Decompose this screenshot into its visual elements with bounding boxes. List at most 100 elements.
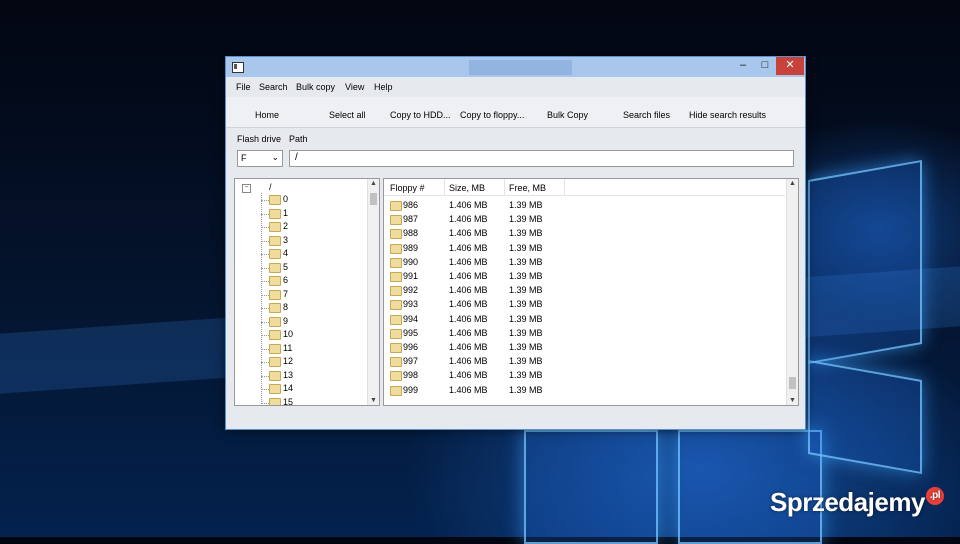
tree-connector bbox=[261, 193, 262, 405]
folder-icon bbox=[390, 229, 402, 240]
column-header-free[interactable]: Free, MB bbox=[509, 183, 546, 193]
tree-connector bbox=[261, 240, 269, 242]
table-row[interactable]: 996 1.406 MB 1.39 MB bbox=[384, 340, 785, 354]
home-button[interactable]: Home bbox=[255, 110, 279, 120]
search-files-button[interactable]: Search files bbox=[623, 110, 670, 120]
tree-scrollbar-thumb[interactable] bbox=[370, 193, 377, 205]
menu-help[interactable]: Help bbox=[374, 82, 393, 92]
folder-icon bbox=[269, 330, 281, 340]
menu-search[interactable]: Search bbox=[259, 82, 288, 92]
collapse-icon[interactable]: − bbox=[242, 184, 251, 193]
flash-drive-select[interactable]: F ⌄ bbox=[237, 150, 283, 167]
bulk-copy-button[interactable]: Bulk Copy bbox=[547, 110, 588, 120]
minimize-button[interactable]: – bbox=[732, 57, 754, 75]
path-input[interactable]: / bbox=[289, 150, 794, 167]
scroll-down-icon[interactable]: ▼ bbox=[370, 397, 377, 404]
tree-item-label: 4 bbox=[283, 248, 289, 258]
floppy-free: 1.39 MB bbox=[509, 356, 543, 367]
floppy-number: 986 bbox=[403, 200, 419, 210]
floppy-size: 1.406 MB bbox=[449, 356, 488, 367]
tree-item-label: 10 bbox=[283, 329, 294, 339]
table-row[interactable]: 994 1.406 MB 1.39 MB bbox=[384, 312, 785, 326]
table-row[interactable]: 987 1.406 MB 1.39 MB bbox=[384, 212, 785, 226]
copy-to-hdd-button[interactable]: Copy to HDD... bbox=[390, 110, 451, 120]
floppy-free: 1.39 MB bbox=[509, 200, 543, 210]
tree-item-label: 1 bbox=[283, 207, 289, 218]
column-header-floppy[interactable]: Floppy # bbox=[390, 183, 425, 193]
floppy-free: 1.39 MB bbox=[509, 214, 543, 225]
floppy-number: 997 bbox=[403, 356, 419, 367]
title-bar[interactable]: – □ ✕ bbox=[226, 57, 805, 77]
folder-icon bbox=[390, 215, 402, 226]
floppy-free: 1.39 MB bbox=[509, 299, 543, 310]
folder-icon bbox=[269, 249, 281, 259]
floppy-size: 1.406 MB bbox=[449, 200, 488, 210]
tree-item-label: 9 bbox=[283, 315, 289, 326]
table-row[interactable]: 995 1.406 MB 1.39 MB bbox=[384, 326, 785, 340]
menu-view[interactable]: View bbox=[345, 82, 364, 92]
tree-connector bbox=[261, 348, 269, 350]
path-value: / bbox=[295, 152, 298, 163]
menu-bulk-copy[interactable]: Bulk copy bbox=[296, 82, 335, 92]
tree-connector bbox=[261, 402, 269, 404]
floppy-size: 1.406 MB bbox=[449, 228, 488, 239]
watermark-badge: .pl bbox=[925, 487, 944, 505]
table-row[interactable]: 997 1.406 MB 1.39 MB bbox=[384, 354, 785, 368]
tree-connector bbox=[261, 281, 269, 282]
floppy-list[interactable]: Floppy # Size, MB Free, MB 986 1.406 MB 1.… bbox=[383, 178, 799, 406]
folder-icon bbox=[269, 235, 281, 246]
window-title-redacted bbox=[469, 60, 572, 75]
table-row[interactable]: 989 1.406 MB 1.39 MB bbox=[384, 241, 785, 255]
chevron-down-icon[interactable]: ⌄ bbox=[271, 152, 279, 163]
floppy-size: 1.406 MB bbox=[449, 256, 488, 267]
tree-connector bbox=[261, 254, 269, 255]
table-row[interactable]: 990 1.406 MB 1.39 MB bbox=[384, 255, 785, 269]
tree-connector bbox=[261, 321, 269, 323]
tree-connector bbox=[261, 294, 269, 296]
tree-scrollbar[interactable]: ▲ ▼ bbox=[367, 179, 379, 405]
folder-icon bbox=[390, 343, 402, 353]
column-header-size[interactable]: Size, MB bbox=[449, 183, 485, 193]
list-scrollbar-thumb[interactable] bbox=[789, 377, 796, 389]
folder-icon bbox=[269, 343, 281, 354]
select-all-button[interactable]: Select all bbox=[329, 110, 366, 120]
folder-icon bbox=[390, 272, 402, 282]
table-row[interactable]: 999 1.406 MB 1.39 MB bbox=[384, 383, 785, 397]
copy-to-floppy-button[interactable]: Copy to floppy... bbox=[460, 110, 524, 120]
table-row[interactable]: 993 1.406 MB 1.39 MB bbox=[384, 297, 785, 311]
scroll-up-icon[interactable]: ▲ bbox=[789, 180, 796, 187]
floppy-free: 1.39 MB bbox=[509, 313, 543, 324]
maximize-button[interactable]: □ bbox=[754, 57, 776, 75]
floppy-number: 987 bbox=[403, 214, 419, 225]
menu-bar: File Search Bulk copy View Help bbox=[226, 79, 805, 95]
tree-connector bbox=[261, 267, 269, 269]
folder-icon bbox=[269, 208, 281, 219]
table-row[interactable]: 986 1.406 MB 1.39 MB bbox=[384, 198, 785, 212]
close-button[interactable]: ✕ bbox=[776, 57, 804, 75]
folder-icon bbox=[269, 262, 281, 273]
folder-icon bbox=[390, 300, 402, 311]
table-row[interactable]: 992 1.406 MB 1.39 MB bbox=[384, 283, 785, 297]
floppy-free: 1.39 MB bbox=[509, 384, 543, 395]
floppy-size: 1.406 MB bbox=[449, 299, 488, 310]
table-row[interactable]: 988 1.406 MB 1.39 MB bbox=[384, 226, 785, 240]
floppy-free: 1.39 MB bbox=[509, 370, 543, 381]
folder-icon bbox=[269, 370, 281, 381]
floppy-free: 1.39 MB bbox=[509, 285, 543, 296]
table-row[interactable]: 998 1.406 MB 1.39 MB bbox=[384, 368, 785, 382]
list-scrollbar[interactable]: ▲ ▼ bbox=[786, 179, 798, 405]
tree-connector bbox=[261, 362, 269, 363]
floppy-number: 998 bbox=[403, 370, 419, 381]
folder-tree[interactable]: − / 0 1 2 3 4 5 6 7 8 9 10 11 12 13 14 15 ▲ ▼ bbox=[234, 178, 380, 406]
scroll-up-icon[interactable]: ▲ bbox=[370, 180, 377, 187]
tree-item-label: 3 bbox=[283, 234, 289, 245]
table-row[interactable]: 991 1.406 MB 1.39 MB bbox=[384, 269, 785, 283]
folder-icon bbox=[390, 243, 402, 254]
scroll-down-icon[interactable]: ▼ bbox=[789, 397, 796, 404]
hide-search-results-button[interactable]: Hide search results bbox=[689, 110, 766, 120]
list-header: Floppy # Size, MB Free, MB bbox=[384, 179, 785, 196]
floppy-size: 1.406 MB bbox=[449, 242, 488, 253]
floppy-number: 999 bbox=[403, 384, 419, 395]
menu-file[interactable]: File bbox=[236, 82, 251, 92]
column-divider bbox=[504, 179, 505, 195]
